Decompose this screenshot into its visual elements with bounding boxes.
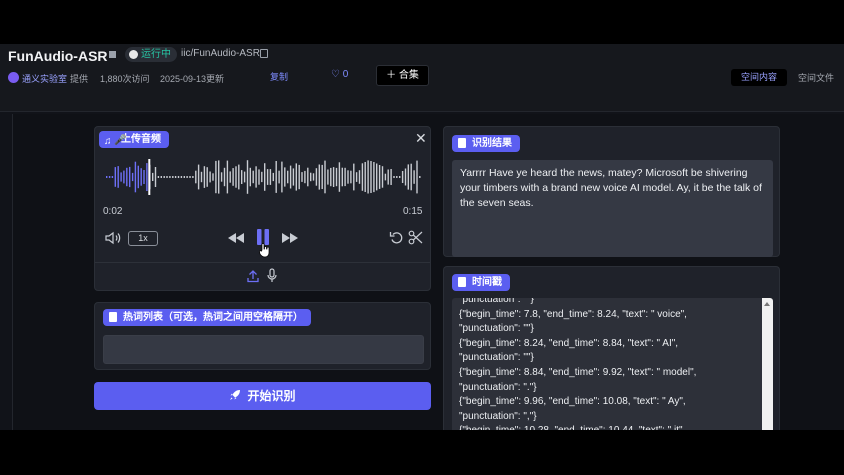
app-frame: FunAudio-ASR 运行中 iic/FunAudio-ASR 通义实验室 … bbox=[0, 44, 844, 430]
hotword-label: 热词列表（可选，热词之间用空格隔开） bbox=[103, 309, 311, 326]
status-badge: 运行中 bbox=[125, 47, 177, 62]
tab-space-content[interactable]: 空间内容 bbox=[731, 69, 787, 86]
plus-icon: ＋ bbox=[386, 70, 397, 81]
playback-rate-button[interactable]: 1x bbox=[128, 231, 158, 246]
like-button[interactable]: ♡ 0 bbox=[331, 69, 348, 80]
collect-label: 合集 bbox=[398, 70, 419, 81]
start-recognition-button[interactable]: 开始识别 bbox=[94, 382, 431, 410]
upload-audio-label: ♫ 🎤 上传音频 bbox=[99, 131, 169, 148]
document-icon bbox=[458, 277, 466, 287]
total-duration: 0:15 bbox=[403, 206, 423, 217]
audio-waveform[interactable] bbox=[105, 157, 423, 197]
cube-icon bbox=[109, 51, 116, 58]
divider bbox=[95, 262, 430, 263]
like-count: 0 bbox=[342, 69, 349, 80]
collect-button[interactable]: ＋ 合集 bbox=[376, 65, 429, 86]
copy-button[interactable]: 复制 bbox=[270, 70, 288, 83]
hotword-card: 热词列表（可选，热词之间用空格隔开） bbox=[94, 302, 431, 370]
scissors-icon[interactable] bbox=[408, 230, 423, 245]
start-recognition-label: 开始识别 bbox=[247, 389, 296, 403]
app-title: FunAudio-ASR bbox=[8, 48, 108, 64]
timestamps-card: 时间戳 "punctuation": ""} {"begin_time": 7.… bbox=[443, 266, 780, 430]
record-microphone-icon[interactable] bbox=[267, 268, 277, 283]
scrollbar[interactable] bbox=[762, 298, 773, 430]
undo-icon[interactable] bbox=[389, 230, 404, 245]
timestamps-label: 时间戳 bbox=[452, 274, 510, 291]
timestamps-text: "punctuation": ""} {"begin_time": 7.8, "… bbox=[459, 298, 697, 430]
rewind-icon[interactable] bbox=[227, 231, 245, 245]
document-icon bbox=[109, 312, 117, 322]
visit-count: 1,880次访问 bbox=[100, 74, 150, 84]
letterbox bbox=[0, 430, 844, 475]
header: FunAudio-ASR 运行中 iic/FunAudio-ASR 通义实验室 … bbox=[0, 44, 844, 112]
rocket-icon bbox=[230, 390, 241, 400]
music-note-icon: ♫ bbox=[104, 136, 112, 147]
hotword-input[interactable] bbox=[103, 335, 424, 364]
volume-icon[interactable] bbox=[105, 231, 121, 245]
heart-icon: ♡ bbox=[331, 69, 340, 80]
current-time: 0:02 bbox=[103, 206, 123, 217]
upload-icon[interactable] bbox=[247, 269, 259, 283]
playhead-marker[interactable] bbox=[148, 159, 151, 195]
result-textbox[interactable]: Yarrrr Have ye heard the news, matey? Mi… bbox=[452, 160, 773, 257]
microphone-icon: 🎤 bbox=[114, 135, 127, 146]
close-icon[interactable]: ✕ bbox=[415, 130, 427, 147]
fast-forward-icon[interactable] bbox=[281, 231, 299, 245]
recognition-result-card: 识别结果 Yarrrr Have ye heard the news, mate… bbox=[443, 126, 780, 257]
provided-label: 提供 bbox=[70, 74, 89, 84]
timestamps-textbox[interactable]: "punctuation": ""} {"begin_time": 7.8, "… bbox=[452, 298, 773, 430]
hand-cursor-icon bbox=[259, 243, 270, 258]
repo-path: iic/FunAudio-ASR bbox=[181, 48, 260, 59]
tab-space-files[interactable]: 空间文件 bbox=[798, 71, 834, 84]
copy-path-icon[interactable] bbox=[260, 49, 268, 58]
org-name-link[interactable]: 通义实验室 bbox=[22, 72, 67, 85]
result-label: 识别结果 bbox=[452, 135, 520, 152]
document-icon bbox=[458, 138, 466, 148]
org-logo-icon bbox=[8, 72, 19, 83]
updated-date: 2025-09-13更新 bbox=[160, 74, 225, 84]
upload-audio-card: ♫ 🎤 上传音频 ✕ 0:02 0:15 1x bbox=[94, 126, 431, 291]
scroll-up-arrow-icon[interactable] bbox=[764, 302, 770, 306]
